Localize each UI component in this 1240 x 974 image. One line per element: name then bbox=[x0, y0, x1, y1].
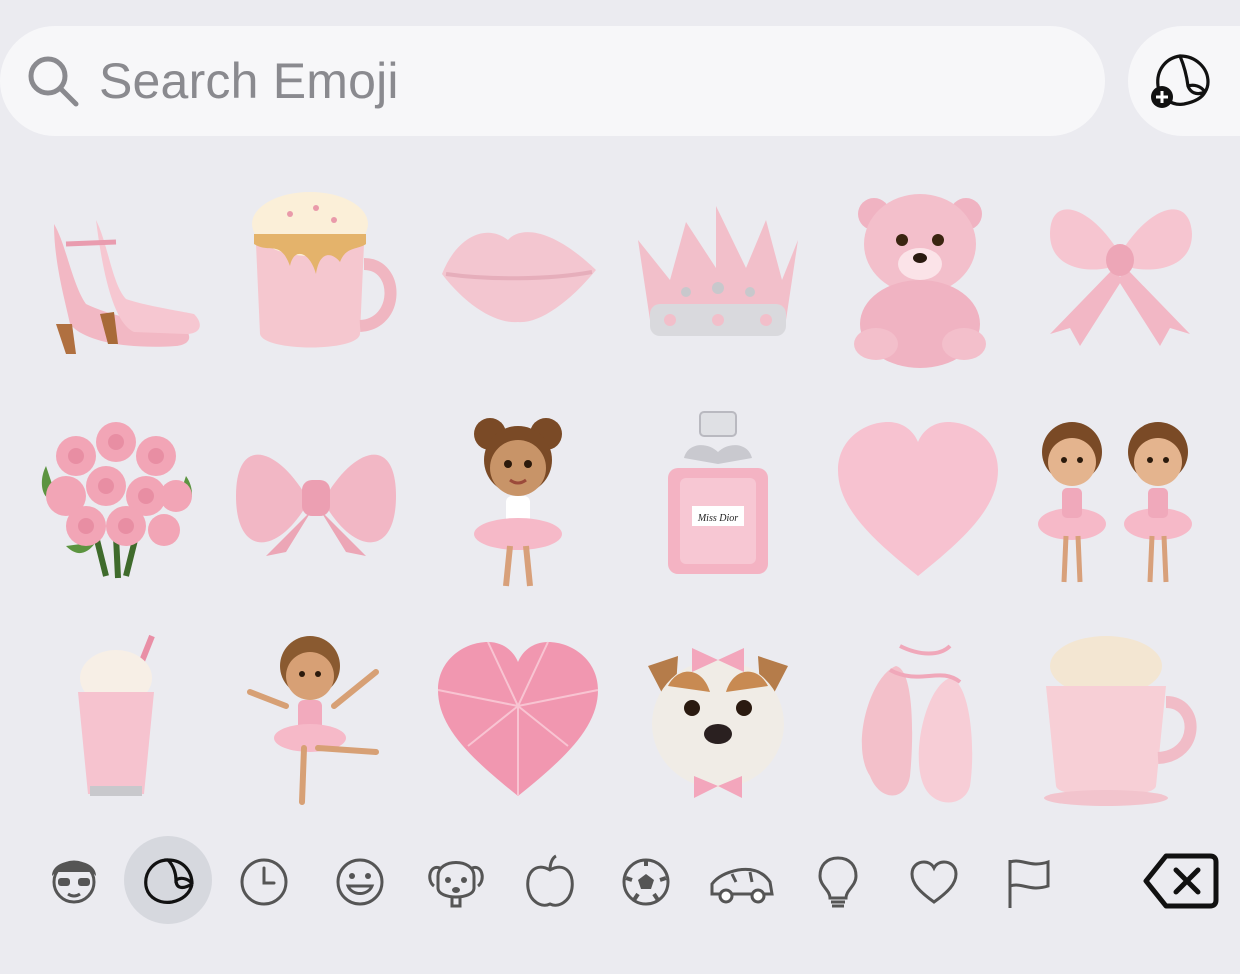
magnifier-icon bbox=[28, 56, 79, 107]
category-animals[interactable] bbox=[412, 836, 500, 926]
sticker-pink-perfume-bottle[interactable]: Miss Dior bbox=[628, 406, 808, 596]
travel-car-icon bbox=[710, 867, 774, 904]
smiley-icon bbox=[336, 858, 384, 906]
sticker-ballerina-twins[interactable] bbox=[1028, 406, 1208, 596]
category-symbols[interactable] bbox=[890, 836, 978, 926]
category-stickers[interactable] bbox=[124, 836, 212, 926]
search-input[interactable]: Search Emoji bbox=[99, 52, 399, 110]
category-memoji[interactable] bbox=[30, 836, 118, 926]
sticker-pink-hot-cocoa-cup[interactable] bbox=[1030, 626, 1210, 816]
stickers-icon bbox=[144, 858, 194, 904]
animals-icon bbox=[428, 861, 484, 908]
sticker-pink-ballet-slippers[interactable] bbox=[830, 626, 1010, 816]
sticker-pink-heart[interactable] bbox=[828, 406, 1008, 596]
food-apple-icon bbox=[526, 854, 574, 907]
add-sticker-button[interactable] bbox=[1128, 26, 1240, 136]
search-bar[interactable]: Search Emoji bbox=[0, 26, 1105, 136]
memoji-icon bbox=[52, 860, 96, 904]
sticker-pink-crown[interactable] bbox=[626, 184, 806, 374]
sticker-pink-high-heels[interactable] bbox=[26, 184, 206, 374]
objects-lightbulb-icon bbox=[818, 856, 858, 908]
recents-clock-icon bbox=[240, 858, 288, 906]
category-travel[interactable] bbox=[698, 836, 786, 926]
category-flags[interactable] bbox=[986, 836, 1074, 926]
sticker-ballerina-girl[interactable] bbox=[428, 406, 608, 596]
category-food[interactable] bbox=[506, 836, 594, 926]
sticker-pink-latte-mug[interactable] bbox=[230, 184, 410, 374]
category-activity[interactable] bbox=[602, 836, 690, 926]
category-smileys[interactable] bbox=[316, 836, 404, 926]
sticker-pink-diamond-heart[interactable] bbox=[428, 626, 608, 816]
sticker-pink-milkshake[interactable] bbox=[26, 626, 206, 816]
category-objects[interactable] bbox=[794, 836, 882, 926]
sticker-pink-teddy-bear[interactable] bbox=[830, 184, 1010, 374]
delete-key[interactable] bbox=[1140, 846, 1220, 916]
symbols-heart-icon bbox=[910, 860, 958, 904]
delete-backspace-icon bbox=[1143, 853, 1219, 909]
sticker-grid: Miss Dior bbox=[0, 170, 1240, 820]
perfume-label: Miss Dior bbox=[697, 513, 738, 524]
sticker-bulldog-with-bow[interactable] bbox=[628, 626, 808, 816]
sticker-pink-satin-bow[interactable] bbox=[226, 406, 406, 596]
sticker-pink-rose-bouquet[interactable] bbox=[26, 406, 206, 596]
activity-soccer-icon bbox=[622, 858, 670, 906]
category-recents[interactable] bbox=[220, 836, 308, 926]
sticker-pink-ribbon-bow[interactable] bbox=[1030, 184, 1210, 374]
sticker-pink-kiss-lips[interactable] bbox=[428, 184, 608, 374]
flags-icon bbox=[1008, 859, 1050, 908]
add-sticker-icon bbox=[1151, 54, 1210, 108]
category-bar bbox=[0, 836, 1240, 926]
sticker-dancing-ballerina[interactable] bbox=[226, 626, 406, 816]
